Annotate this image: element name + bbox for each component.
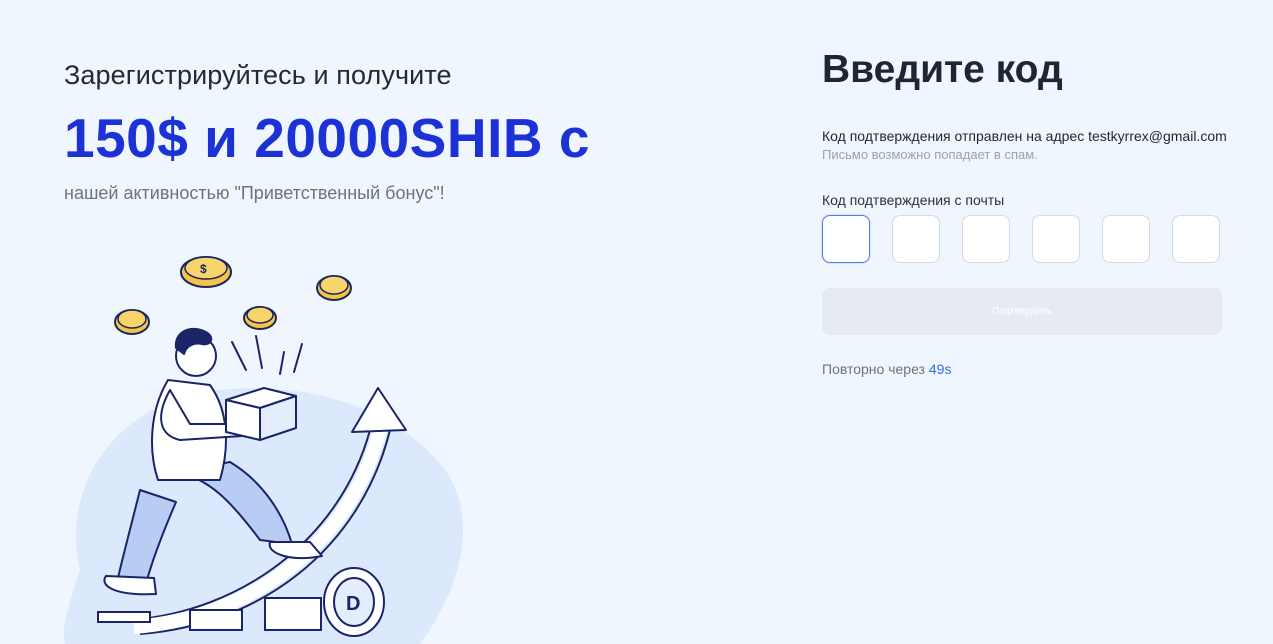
gift-box-icon <box>225 387 297 441</box>
bonus-illustration: $ D <box>63 256 464 644</box>
sparkle-lines-icon <box>231 335 303 375</box>
code-digit-5[interactable] <box>1102 215 1150 263</box>
code-input-group <box>822 215 1220 263</box>
spam-hint: Письмо возможно попадает в спам. <box>822 147 1038 162</box>
code-digit-1[interactable] <box>822 215 870 263</box>
code-digit-3[interactable] <box>962 215 1010 263</box>
confirm-button[interactable]: Подтвердить <box>822 288 1222 335</box>
code-digit-2[interactable] <box>892 215 940 263</box>
code-sent-message: Код подтверждения отправлен на адрес tes… <box>822 128 1227 144</box>
resend-countdown: Повторно через 49s <box>822 361 951 377</box>
code-digit-4[interactable] <box>1032 215 1080 263</box>
svg-text:$: $ <box>200 262 207 276</box>
resend-label: Повторно через <box>822 361 925 377</box>
promo-subtitle: нашей активностью "Приветственный бонус"… <box>64 183 445 203</box>
svg-text:D: D <box>346 593 360 615</box>
flying-coins-icon: $ <box>114 256 352 335</box>
resend-timer[interactable]: 49s <box>929 361 952 377</box>
promo-amount: 150$ и 20000SHIB с <box>64 107 590 169</box>
code-digit-6[interactable] <box>1172 215 1220 263</box>
verify-panel: Введите код Код подтверждения отправлен … <box>822 0 1262 644</box>
promo-panel: Зарегистрируйтесь и получите 150$ и 2000… <box>0 0 700 644</box>
promo-heading: Зарегистрируйтесь и получите <box>64 60 452 90</box>
page-title: Введите код <box>822 48 1063 91</box>
code-field-label: Код подтверждения с почты <box>822 192 1005 208</box>
